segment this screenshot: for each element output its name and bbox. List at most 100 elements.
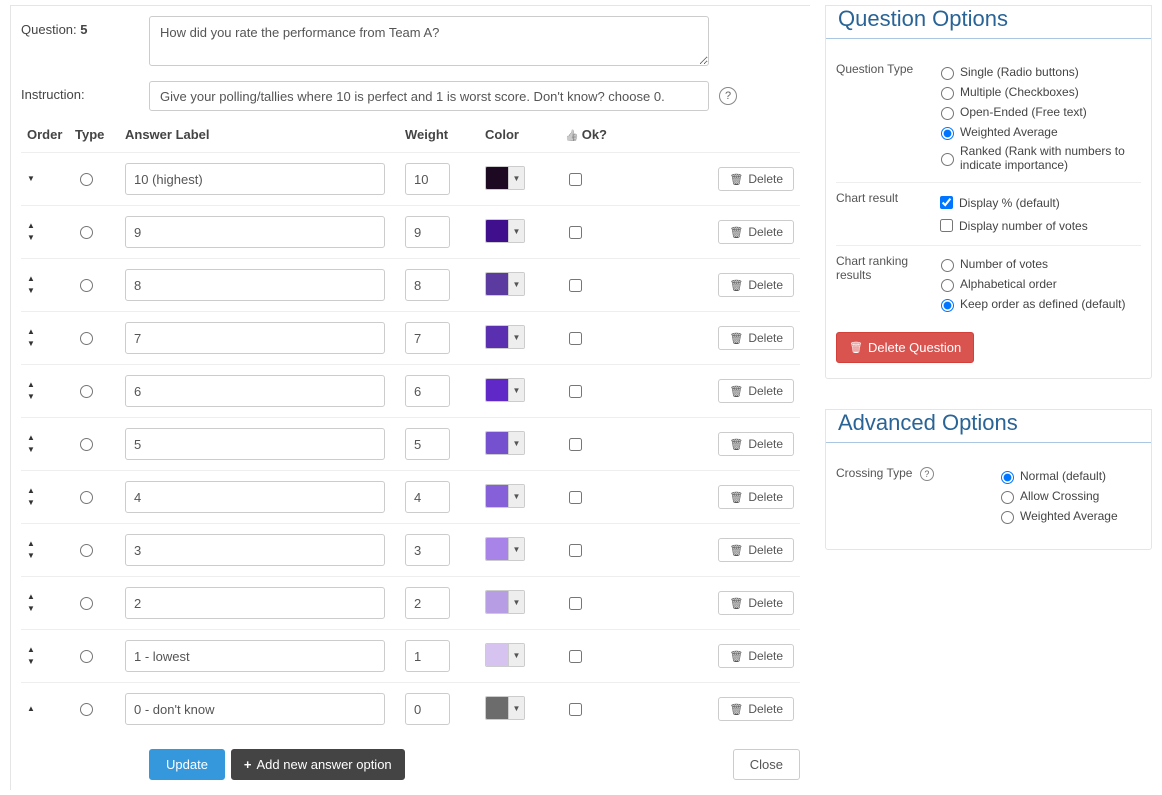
answer-type-radio[interactable] [80, 332, 93, 345]
answer-weight-input[interactable] [405, 587, 450, 619]
answer-label-input[interactable] [125, 428, 385, 460]
answer-weight-input[interactable] [405, 481, 450, 513]
delete-answer-button[interactable]: 🗑 Delete [718, 220, 794, 244]
answer-ok-checkbox[interactable] [569, 491, 582, 504]
question-type-radio[interactable] [941, 127, 954, 140]
delete-answer-button[interactable]: 🗑 Delete [718, 485, 794, 509]
move-down-icon[interactable]: ▼ [27, 176, 63, 182]
question-type-option[interactable]: Single (Radio buttons) [936, 62, 1141, 82]
crossing-type-radio[interactable] [1001, 471, 1014, 484]
color-picker[interactable]: ▼ [485, 696, 525, 720]
move-up-icon[interactable]: ▲ [27, 594, 63, 600]
chart-ranking-radio[interactable] [941, 259, 954, 272]
answer-label-input[interactable] [125, 693, 385, 725]
question-type-radio[interactable] [941, 153, 954, 166]
answer-ok-checkbox[interactable] [569, 438, 582, 451]
move-up-icon[interactable]: ▲ [27, 435, 63, 441]
color-picker[interactable]: ▼ [485, 590, 525, 614]
answer-type-radio[interactable] [80, 597, 93, 610]
answer-label-input[interactable] [125, 216, 385, 248]
move-up-icon[interactable]: ▲ [27, 706, 63, 712]
help-icon[interactable]: ? [719, 87, 737, 105]
answer-ok-checkbox[interactable] [569, 332, 582, 345]
move-up-icon[interactable]: ▲ [27, 647, 63, 653]
answer-ok-checkbox[interactable] [569, 385, 582, 398]
chart-result-option[interactable]: Display number of votes [936, 214, 1141, 237]
answer-type-radio[interactable] [80, 438, 93, 451]
question-type-radio[interactable] [941, 107, 954, 120]
answer-type-radio[interactable] [80, 279, 93, 292]
move-up-icon[interactable]: ▲ [27, 329, 63, 335]
move-up-icon[interactable]: ▲ [27, 382, 63, 388]
answer-weight-input[interactable] [405, 428, 450, 460]
delete-question-button[interactable]: 🗑 Delete Question [836, 332, 974, 363]
delete-answer-button[interactable]: 🗑 Delete [718, 379, 794, 403]
move-down-icon[interactable]: ▼ [27, 447, 63, 453]
delete-answer-button[interactable]: 🗑 Delete [718, 697, 794, 721]
instruction-input[interactable] [149, 81, 709, 111]
answer-weight-input[interactable] [405, 534, 450, 566]
chart-ranking-option[interactable]: Number of votes [936, 254, 1141, 274]
delete-answer-button[interactable]: 🗑 Delete [718, 432, 794, 456]
answer-type-radio[interactable] [80, 385, 93, 398]
move-up-icon[interactable]: ▲ [27, 488, 63, 494]
delete-answer-button[interactable]: 🗑 Delete [718, 273, 794, 297]
color-picker[interactable]: ▼ [485, 484, 525, 508]
delete-answer-button[interactable]: 🗑 Delete [718, 591, 794, 615]
chart-ranking-option[interactable]: Alphabetical order [936, 274, 1141, 294]
color-picker[interactable]: ▼ [485, 325, 525, 349]
move-down-icon[interactable]: ▼ [27, 288, 63, 294]
move-up-icon[interactable]: ▲ [27, 223, 63, 229]
answer-type-radio[interactable] [80, 491, 93, 504]
crossing-type-option[interactable]: Weighted Average [996, 506, 1141, 526]
answer-type-radio[interactable] [80, 226, 93, 239]
update-button[interactable]: Update [149, 749, 225, 780]
delete-answer-button[interactable]: 🗑 Delete [718, 167, 794, 191]
chart-result-checkbox[interactable] [940, 219, 953, 232]
answer-label-input[interactable] [125, 534, 385, 566]
answer-label-input[interactable] [125, 375, 385, 407]
answer-weight-input[interactable] [405, 163, 450, 195]
crossing-type-radio[interactable] [1001, 511, 1014, 524]
question-type-radio[interactable] [941, 87, 954, 100]
answer-weight-input[interactable] [405, 269, 450, 301]
color-picker[interactable]: ▼ [485, 378, 525, 402]
color-picker[interactable]: ▼ [485, 643, 525, 667]
answer-type-radio[interactable] [80, 703, 93, 716]
chart-ranking-radio[interactable] [941, 299, 954, 312]
move-down-icon[interactable]: ▼ [27, 235, 63, 241]
answer-label-input[interactable] [125, 163, 385, 195]
answer-ok-checkbox[interactable] [569, 703, 582, 716]
answer-ok-checkbox[interactable] [569, 226, 582, 239]
crossing-type-option[interactable]: Allow Crossing [996, 486, 1141, 506]
color-picker[interactable]: ▼ [485, 431, 525, 455]
question-type-option[interactable]: Open-Ended (Free text) [936, 102, 1141, 122]
answer-label-input[interactable] [125, 640, 385, 672]
move-down-icon[interactable]: ▼ [27, 606, 63, 612]
delete-answer-button[interactable]: 🗑 Delete [718, 326, 794, 350]
answer-label-input[interactable] [125, 587, 385, 619]
question-type-radio[interactable] [941, 67, 954, 80]
answer-weight-input[interactable] [405, 322, 450, 354]
crossing-type-option[interactable]: Normal (default) [996, 466, 1141, 486]
move-down-icon[interactable]: ▼ [27, 500, 63, 506]
chart-result-option[interactable]: Display % (default) [936, 191, 1141, 214]
answer-ok-checkbox[interactable] [569, 650, 582, 663]
delete-answer-button[interactable]: 🗑 Delete [718, 538, 794, 562]
chart-ranking-radio[interactable] [941, 279, 954, 292]
crossing-type-radio[interactable] [1001, 491, 1014, 504]
move-down-icon[interactable]: ▼ [27, 659, 63, 665]
help-icon[interactable]: ? [920, 467, 934, 481]
move-down-icon[interactable]: ▼ [27, 553, 63, 559]
question-text-input[interactable]: How did you rate the performance from Te… [149, 16, 709, 66]
move-down-icon[interactable]: ▼ [27, 341, 63, 347]
answer-weight-input[interactable] [405, 640, 450, 672]
answer-label-input[interactable] [125, 269, 385, 301]
delete-answer-button[interactable]: 🗑 Delete [718, 644, 794, 668]
answer-ok-checkbox[interactable] [569, 544, 582, 557]
answer-label-input[interactable] [125, 322, 385, 354]
move-down-icon[interactable]: ▼ [27, 394, 63, 400]
chart-ranking-option[interactable]: Keep order as defined (default) [936, 294, 1141, 314]
question-type-option[interactable]: Multiple (Checkboxes) [936, 82, 1141, 102]
color-picker[interactable]: ▼ [485, 166, 525, 190]
